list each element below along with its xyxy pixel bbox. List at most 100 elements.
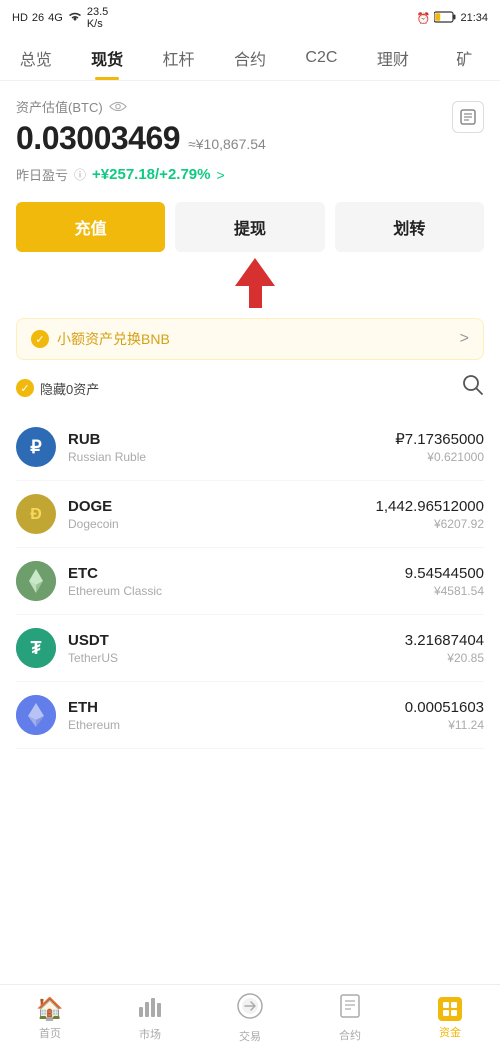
- coin-amount-eth: 0.00051603 ¥11.24: [405, 699, 484, 732]
- action-row: 充值 提现 划转: [16, 202, 484, 252]
- coin-name-etc: Ethereum Classic: [68, 584, 405, 598]
- hide-assets-label: 隐藏0资产: [40, 379, 99, 398]
- search-button[interactable]: [462, 374, 484, 402]
- nav-item-spot[interactable]: 现货: [71, 38, 142, 80]
- coin-icon-rub: ₽: [16, 427, 56, 467]
- coin-name-doge: Dogecoin: [68, 517, 376, 531]
- coin-name-usdt: TetherUS: [68, 651, 405, 665]
- hd-indicator: HD: [12, 12, 28, 24]
- coin-cny-usdt: ¥20.85: [405, 651, 484, 665]
- bnb-banner-left: ✓ 小额资产兑换BNB: [31, 329, 170, 349]
- nav-item-mining[interactable]: 矿: [429, 38, 500, 80]
- coin-amount-usdt: 3.21687404 ¥20.85: [405, 632, 484, 665]
- top-nav: 总览 现货 杠杆 合约 C2C 理财 矿: [0, 34, 500, 81]
- asset-list-header: ✓ 隐藏0资产: [16, 374, 484, 402]
- coin-name-eth: Ethereum: [68, 718, 405, 732]
- bottom-nav-assets[interactable]: 资金: [400, 997, 500, 1040]
- bottom-nav-market-label: 市场: [139, 1026, 161, 1042]
- pnl-label: 昨日盈亏: [16, 165, 68, 184]
- bottom-nav-home-label: 首页: [39, 1025, 61, 1041]
- coin-amount-rub: ₽7.17365000 ¥0.621000: [395, 430, 484, 464]
- coin-cny-rub: ¥0.621000: [395, 450, 484, 464]
- svg-text:₮: ₮: [31, 638, 42, 658]
- signal-4g: 4G: [48, 12, 63, 24]
- coin-item-usdt[interactable]: ₮ USDT TetherUS 3.21687404 ¥20.85: [16, 615, 484, 682]
- coin-symbol-etc: ETC: [68, 565, 405, 582]
- coin-amount-doge: 1,442.96512000 ¥6207.92: [376, 498, 484, 531]
- home-icon: 🏠: [36, 996, 63, 1022]
- bottom-nav-contract-label: 合约: [339, 1027, 361, 1043]
- bottom-nav-trade[interactable]: 交易: [200, 993, 300, 1044]
- withdraw-button[interactable]: 提现: [175, 202, 324, 252]
- time: 21:34: [460, 12, 488, 24]
- coin-info-rub: RUB Russian Ruble: [68, 431, 395, 464]
- trade-icon: [237, 993, 263, 1025]
- ledger-icon[interactable]: [452, 101, 484, 133]
- pnl-arrow[interactable]: >: [216, 167, 224, 183]
- main-content: 资产估值(BTC) 0.03003469 ≈¥10,867.54: [0, 81, 500, 829]
- bnb-banner-text: 小额资产兑换BNB: [57, 329, 170, 349]
- coin-icon-eth: [16, 695, 56, 735]
- arrow-head: [235, 258, 275, 286]
- coin-symbol-usdt: USDT: [68, 632, 405, 649]
- wifi-icon: [67, 11, 83, 26]
- hide-assets-toggle[interactable]: ✓ 隐藏0资产: [16, 379, 99, 398]
- coin-info-etc: ETC Ethereum Classic: [68, 565, 405, 598]
- pnl-info-icon: ⓘ: [74, 166, 86, 183]
- nav-item-overview[interactable]: 总览: [0, 38, 71, 80]
- battery-icon: [434, 11, 456, 26]
- coin-cny-doge: ¥6207.92: [376, 517, 484, 531]
- coin-item-doge[interactable]: Ð DOGE Dogecoin 1,442.96512000 ¥6207.92: [16, 481, 484, 548]
- status-right: ⏰ 21:34: [417, 11, 488, 26]
- coin-symbol-eth: ETH: [68, 699, 405, 716]
- status-bar: HD 26 4G 23.5K/s ⏰ 21:34: [0, 0, 500, 34]
- nav-item-finance[interactable]: 理财: [357, 38, 428, 80]
- coin-cny-eth: ¥11.24: [405, 718, 484, 732]
- bnb-check-icon: ✓: [31, 330, 49, 348]
- deposit-button[interactable]: 充值: [16, 202, 165, 252]
- nav-item-c2c[interactable]: C2C: [286, 41, 357, 77]
- bottom-nav-contract[interactable]: 合约: [300, 994, 400, 1043]
- coin-item-rub[interactable]: ₽ RUB Russian Ruble ₽7.17365000 ¥0.62100…: [16, 414, 484, 481]
- arrow-annotation: [26, 254, 484, 308]
- bnb-banner-arrow: >: [460, 330, 469, 348]
- arrow-up-container: [235, 258, 275, 308]
- coin-cny-etc: ¥4581.54: [405, 584, 484, 598]
- market-icon: [138, 995, 162, 1023]
- transfer-button[interactable]: 划转: [335, 202, 484, 252]
- coin-item-etc[interactable]: ETC Ethereum Classic 9.54544500 ¥4581.54: [16, 548, 484, 615]
- coin-amount-etc: 9.54544500 ¥4581.54: [405, 565, 484, 598]
- eye-icon[interactable]: [109, 101, 127, 113]
- coin-icon-doge: Ð: [16, 494, 56, 534]
- coin-list: ₽ RUB Russian Ruble ₽7.17365000 ¥0.62100…: [16, 414, 484, 749]
- pnl-value: +¥257.18/+2.79%: [92, 166, 210, 183]
- coin-qty-etc: 9.54544500: [405, 565, 484, 582]
- asset-label: 资产估值(BTC): [16, 97, 266, 116]
- bottom-nav-home[interactable]: 🏠 首页: [0, 996, 100, 1041]
- coin-item-eth[interactable]: ETH Ethereum 0.00051603 ¥11.24: [16, 682, 484, 749]
- signal-2g: 26: [32, 12, 44, 24]
- bottom-nav-market[interactable]: 市场: [100, 995, 200, 1042]
- coin-qty-doge: 1,442.96512000: [376, 498, 484, 515]
- bnb-banner[interactable]: ✓ 小额资产兑换BNB >: [16, 318, 484, 360]
- nav-item-contract[interactable]: 合约: [214, 38, 285, 80]
- coin-icon-etc: [16, 561, 56, 601]
- speed-indicator: 23.5K/s: [87, 6, 108, 30]
- coin-symbol-rub: RUB: [68, 431, 395, 448]
- svg-text:Ð: Ð: [30, 506, 42, 523]
- coin-qty-usdt: 3.21687404: [405, 632, 484, 649]
- btc-value-row: 0.03003469 ≈¥10,867.54: [16, 120, 266, 157]
- contract-icon: [339, 994, 361, 1024]
- bottom-nav-trade-label: 交易: [239, 1028, 261, 1044]
- bottom-nav: 🏠 首页 市场 交易: [0, 984, 500, 1056]
- pnl-row: 昨日盈亏 ⓘ +¥257.18/+2.79% >: [16, 165, 484, 184]
- coin-icon-usdt: ₮: [16, 628, 56, 668]
- cny-amount: ≈¥10,867.54: [188, 136, 266, 152]
- asset-header: 资产估值(BTC) 0.03003469 ≈¥10,867.54: [16, 97, 484, 157]
- hide-assets-check: ✓: [16, 379, 34, 397]
- arrow-shaft: [249, 286, 262, 308]
- nav-item-leverage[interactable]: 杠杆: [143, 38, 214, 80]
- coin-qty-eth: 0.00051603: [405, 699, 484, 716]
- bottom-nav-assets-label: 资金: [439, 1024, 461, 1040]
- btc-amount: 0.03003469: [16, 120, 180, 157]
